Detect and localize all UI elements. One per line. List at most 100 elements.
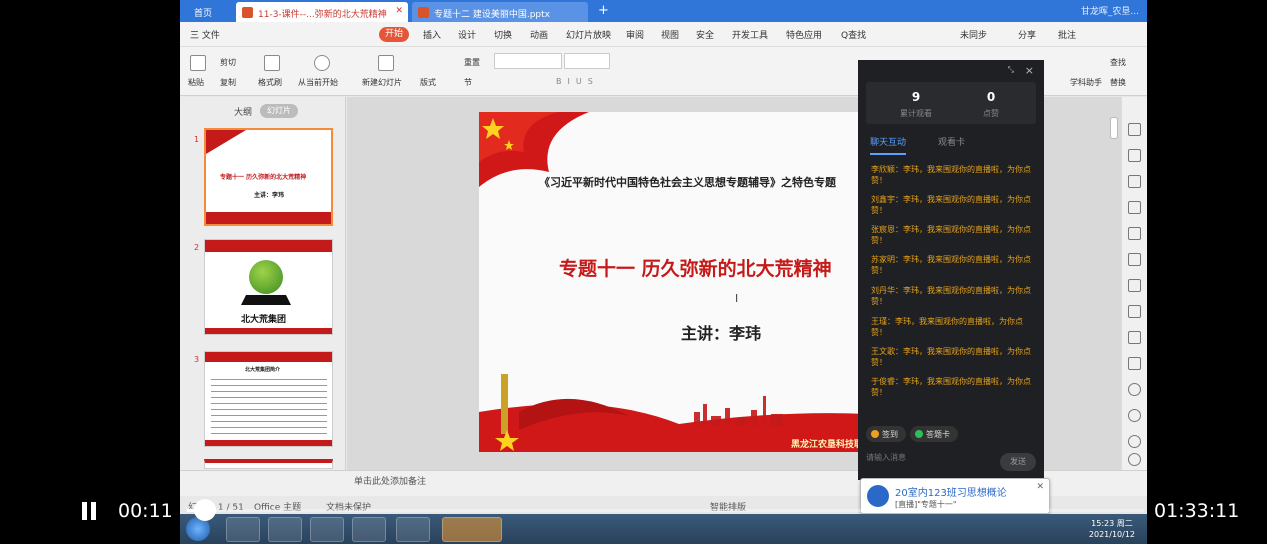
notes-placeholder[interactable]: 单击此处添加备注 [354, 474, 426, 487]
tab-chat[interactable]: 聊天互动 [870, 135, 907, 155]
section-button[interactable]: 节 [464, 77, 472, 88]
tab-features[interactable]: 特色应用 [786, 28, 822, 41]
tab-view[interactable]: 视图 [661, 28, 679, 41]
slide-thumbnail-3[interactable]: 北大荒集团简介 [204, 351, 333, 447]
tab-title: 专题十二 建设美丽中国.pptx [434, 10, 551, 20]
search-menu[interactable]: Q查找 [841, 28, 866, 41]
tab-start[interactable]: 开始 [379, 27, 409, 42]
pause-button[interactable] [82, 502, 98, 520]
taskbar-ie[interactable] [226, 517, 260, 542]
document-tab-active[interactable]: 11-3-课件--...弥新的北大荒精神 ✕ [236, 2, 408, 22]
history-icon[interactable] [1128, 435, 1141, 448]
file-menu[interactable]: 三 文件 [190, 28, 220, 41]
seek-handle[interactable] [194, 499, 216, 521]
elapsed-time: 00:11 [118, 500, 173, 522]
find-button[interactable]: 查找 [1110, 57, 1126, 68]
taskbar-live-app[interactable] [442, 517, 502, 542]
play-icon[interactable] [314, 55, 330, 71]
thumb-footer [205, 328, 332, 334]
share-button[interactable]: 分享 [1018, 28, 1036, 41]
taskbar-app[interactable] [310, 517, 344, 542]
thumb-footer [205, 440, 332, 446]
minimize-icon[interactable]: ⤡ [1008, 65, 1014, 75]
signin-icon [871, 430, 879, 438]
slide-thumbnail-4[interactable] [204, 459, 333, 469]
chat-input[interactable]: 请输入消息 [866, 452, 906, 463]
tab-animation[interactable]: 动画 [530, 28, 548, 41]
reset-button[interactable]: 重置 [464, 57, 480, 68]
thumb-speaker: 主讲：李玮 [254, 192, 285, 199]
help-icon[interactable] [1128, 453, 1141, 466]
image-icon[interactable] [1128, 279, 1141, 292]
close-icon[interactable]: ✕ [1036, 482, 1044, 492]
tab-security[interactable]: 安全 [696, 28, 714, 41]
from-current-button[interactable]: 从当前开始 [298, 77, 338, 88]
comment-button[interactable]: 批注 [1058, 28, 1076, 41]
tab-review[interactable]: 审阅 [626, 28, 644, 41]
slide-thumbnail-1[interactable]: 专题十一 历久弥新的北大荒精神 主讲：李玮 [204, 128, 333, 226]
viewer-count: 9 [911, 90, 921, 104]
document-tab[interactable]: 专题十二 建设美丽中国.pptx [412, 2, 588, 22]
format-painter-button[interactable]: 格式刷 [258, 77, 282, 88]
thumb-title: 专题十一 历久弥新的北大荒精神 [220, 174, 307, 181]
bell-icon[interactable] [1128, 175, 1141, 188]
replace-button[interactable]: 替换 [1110, 77, 1126, 88]
sync-status[interactable]: 未同步 [960, 28, 987, 41]
tab-insert[interactable]: 插入 [423, 28, 441, 41]
target-icon[interactable] [1128, 409, 1141, 422]
pptx-icon [418, 7, 429, 18]
star-icon[interactable] [1128, 123, 1141, 136]
edit-icon[interactable] [1128, 253, 1141, 266]
font-style-buttons[interactable]: BIUS [556, 77, 599, 86]
send-button[interactable]: 发送 [1000, 453, 1036, 471]
taskbar-explorer[interactable] [268, 517, 302, 542]
thumb-header [205, 352, 332, 362]
list-icon[interactable] [1128, 331, 1141, 344]
vertical-scrollbar[interactable] [1110, 117, 1118, 139]
taskbar-wechat[interactable] [352, 517, 386, 542]
notification-title: 20室内123班习思想概论 [895, 488, 1007, 499]
user-name[interactable]: 甘龙晖_农垦... [1081, 4, 1139, 17]
copy-button[interactable]: 复制 [220, 77, 236, 88]
tab-design[interactable]: 设计 [458, 28, 476, 41]
tab-watch-card[interactable]: 观看卡 [938, 135, 965, 148]
tab-developer[interactable]: 开发工具 [732, 28, 768, 41]
new-slide-button[interactable]: 新建幻灯片 [362, 77, 402, 88]
picture-icon[interactable] [1128, 357, 1141, 370]
export-icon[interactable] [1128, 305, 1141, 318]
seek-bar[interactable] [187, 509, 1144, 512]
audio-icon[interactable] [1128, 383, 1141, 396]
slide-thumbnail-2[interactable]: 北大荒集团 [204, 239, 333, 335]
chart-icon[interactable] [1128, 227, 1141, 240]
layout-button[interactable]: 版式 [420, 77, 436, 88]
font-family-select[interactable] [494, 53, 562, 69]
paste-button[interactable]: 粘贴 [188, 77, 204, 88]
assistant-button[interactable]: 学科助手 [1070, 77, 1102, 88]
new-tab-button[interactable]: + [598, 3, 609, 18]
new-slide-icon[interactable] [378, 55, 394, 71]
slide-decoration [479, 112, 869, 452]
signin-label: 签到 [882, 430, 898, 439]
format-painter-icon[interactable] [264, 55, 280, 71]
taskbar-browser[interactable] [396, 517, 430, 542]
answer-card-button[interactable]: 答题卡 [910, 426, 958, 442]
font-size-select[interactable] [564, 53, 610, 69]
copy-icon[interactable] [1128, 149, 1141, 162]
home-tab[interactable]: 首页 [180, 0, 230, 22]
close-icon[interactable]: × [1025, 64, 1034, 77]
answer-card-label: 答题卡 [926, 430, 950, 439]
close-icon[interactable]: ✕ [395, 6, 403, 16]
tab-slideshow[interactable]: 幻灯片放映 [566, 28, 611, 41]
text-cursor-icon: I [735, 292, 739, 305]
tab-outline[interactable]: 大纲 [234, 105, 252, 118]
live-stats: 9 累计观看 0 点赞 [866, 82, 1036, 124]
tab-slides[interactable]: 幻灯片 [260, 104, 298, 118]
paste-icon[interactable] [190, 55, 206, 71]
flag-decoration [206, 130, 246, 154]
tab-transition[interactable]: 切换 [494, 28, 512, 41]
current-slide[interactable]: 《习近平新时代中国特色社会主义思想专题辅导》之特色专题 专题十一 历久弥新的北大… [479, 112, 869, 452]
menu-bar: 三 文件 开始 插入 设计 切换 动画 幻灯片放映 审阅 视图 安全 开发工具 … [180, 22, 1147, 47]
cut-button[interactable]: 剪切 [220, 57, 236, 68]
signin-button[interactable]: 签到 [866, 426, 906, 442]
grid-icon[interactable] [1128, 201, 1141, 214]
